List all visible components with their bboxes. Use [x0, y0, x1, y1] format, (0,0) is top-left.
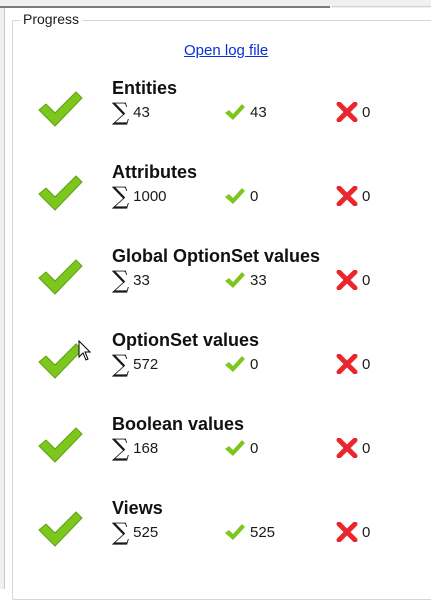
check-icon [225, 188, 245, 204]
error-count: 0 [336, 100, 370, 124]
x-icon [336, 438, 358, 458]
large-check-icon [38, 259, 83, 295]
total-value: 43 [133, 103, 150, 121]
error-count: 0 [336, 184, 370, 208]
total-count: ∑ 525 [112, 520, 158, 544]
sigma-icon: ∑ [112, 434, 130, 462]
section-boolean-values: Boolean values ∑ 168 0 0 [0, 414, 431, 498]
section-optionset-values: OptionSet values ∑ 572 0 0 [0, 330, 431, 414]
section-title: OptionSet values [112, 330, 260, 350]
error-count: 0 [336, 436, 370, 460]
section-global-optionset-values: Global OptionSet values ∑ 33 33 0 [0, 246, 431, 330]
total-value: 33 [133, 271, 150, 289]
sigma-icon: ∑ [112, 266, 130, 294]
success-value: 0 [250, 439, 259, 457]
success-count: 0 [224, 352, 258, 376]
x-icon [336, 186, 358, 206]
check-icon [225, 524, 245, 540]
sigma-icon: ∑ [112, 182, 130, 210]
section-attributes: Attributes ∑ 1000 0 0 [0, 162, 431, 246]
success-count: 0 [224, 184, 258, 208]
error-value: 0 [362, 439, 371, 457]
top-divider-light [332, 6, 431, 7]
window-top-edge [0, 0, 431, 8]
success-count: 0 [224, 436, 258, 460]
section-title: Boolean values [112, 414, 245, 434]
x-icon [336, 354, 358, 374]
success-value: 43 [250, 103, 267, 121]
large-check-icon [38, 175, 83, 211]
total-count: ∑ 1000 [112, 184, 167, 208]
x-icon [336, 270, 358, 290]
section-title: Views [112, 498, 163, 518]
x-icon [336, 102, 358, 122]
error-value: 0 [362, 523, 371, 541]
sigma-icon: ∑ [112, 518, 130, 546]
success-value: 525 [250, 523, 276, 541]
success-count: 33 [224, 268, 267, 292]
sigma-icon: ∑ [112, 350, 130, 378]
error-count: 0 [336, 268, 370, 292]
large-check-icon [38, 427, 83, 463]
sigma-icon: ∑ [112, 98, 130, 126]
total-value: 572 [133, 355, 159, 373]
total-count: ∑ 33 [112, 268, 150, 292]
success-count: 43 [224, 100, 267, 124]
total-count: ∑ 168 [112, 436, 158, 460]
error-value: 0 [362, 271, 371, 289]
total-value: 1000 [133, 187, 167, 205]
success-value: 33 [250, 271, 267, 289]
open-log-file-link[interactable]: Open log file [184, 42, 268, 59]
error-value: 0 [362, 187, 371, 205]
section-title: Attributes [112, 162, 197, 182]
error-count: 0 [336, 352, 370, 376]
section-title: Global OptionSet values [112, 246, 321, 266]
success-value: 0 [250, 187, 259, 205]
section-title: Entities [112, 78, 178, 98]
total-value: 525 [133, 523, 159, 541]
x-icon [336, 522, 358, 542]
large-check-icon [38, 511, 83, 547]
large-check-icon [38, 343, 83, 379]
total-count: ∑ 572 [112, 352, 158, 376]
section-views: Views ∑ 525 525 0 [0, 498, 431, 582]
success-count: 525 [224, 520, 275, 544]
total-value: 168 [133, 439, 159, 457]
check-icon [225, 356, 245, 372]
section-entities: Entities ∑ 43 43 0 [0, 78, 431, 162]
success-value: 0 [250, 355, 259, 373]
error-value: 0 [362, 103, 371, 121]
check-icon [225, 272, 245, 288]
check-icon [225, 104, 245, 120]
groupbox-title: Progress [20, 11, 83, 27]
large-check-icon [38, 91, 83, 127]
top-divider [0, 6, 330, 8]
check-icon [225, 440, 245, 456]
mouse-pointer-icon [78, 340, 92, 361]
error-count: 0 [336, 520, 370, 544]
error-value: 0 [362, 355, 371, 373]
total-count: ∑ 43 [112, 100, 150, 124]
